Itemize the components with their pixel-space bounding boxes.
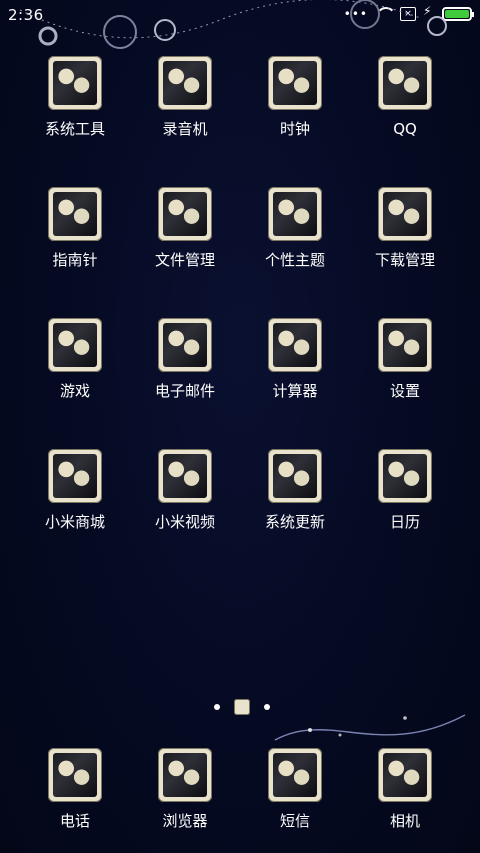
- app-system-update[interactable]: 系统更新: [240, 449, 350, 579]
- browser-icon: [158, 748, 212, 802]
- system-update-icon: [268, 449, 322, 503]
- system-tools-icon: [48, 56, 102, 110]
- page-indicator[interactable]: [214, 698, 270, 716]
- battery-icon: [442, 7, 474, 21]
- dock-label: 相机: [389, 812, 420, 830]
- app-games[interactable]: 游戏: [20, 318, 130, 448]
- charging-icon: [423, 4, 434, 21]
- app-label: 电子邮件: [154, 382, 215, 400]
- camera-icon: [378, 748, 432, 802]
- app-label: 系统工具: [44, 120, 105, 138]
- app-email[interactable]: 电子邮件: [130, 318, 240, 448]
- dock-phone[interactable]: 电话: [20, 748, 130, 848]
- dock-label: 浏览器: [162, 812, 208, 830]
- dock-label: 短信: [279, 812, 310, 830]
- app-label: 下载管理: [374, 251, 435, 269]
- app-downloads[interactable]: 下载管理: [350, 187, 460, 317]
- app-label: QQ: [393, 120, 417, 138]
- app-label: 小米视频: [154, 513, 215, 531]
- app-label: 录音机: [162, 120, 208, 138]
- phone-icon: [48, 748, 102, 802]
- app-label: 设置: [389, 382, 420, 400]
- app-label: 指南针: [52, 251, 98, 269]
- home-page-icon: [234, 699, 250, 715]
- app-label: 时钟: [279, 120, 310, 138]
- page-dot: [264, 704, 270, 710]
- messages-icon: [268, 748, 322, 802]
- app-qq[interactable]: QQ: [350, 56, 460, 186]
- dock-messages[interactable]: 短信: [240, 748, 350, 848]
- app-grid: 系统工具 录音机 时钟 QQ 指南针 文件管理 个性主题 下载管理 游戏 电子邮…: [20, 56, 460, 579]
- dock: 电话 浏览器 短信 相机: [20, 748, 460, 848]
- recorder-icon: [158, 56, 212, 110]
- app-recorder[interactable]: 录音机: [130, 56, 240, 186]
- app-mi-video[interactable]: 小米视频: [130, 449, 240, 579]
- app-calendar[interactable]: 日历: [350, 449, 460, 579]
- downloads-icon: [378, 187, 432, 241]
- app-label: 系统更新: [264, 513, 325, 531]
- app-clock[interactable]: 时钟: [240, 56, 350, 186]
- calendar-icon: [378, 449, 432, 503]
- dock-label: 电话: [59, 812, 90, 830]
- app-label: 日历: [389, 513, 420, 531]
- mi-video-icon: [158, 449, 212, 503]
- status-icons: ••• ×: [343, 4, 474, 22]
- dock-browser[interactable]: 浏览器: [130, 748, 240, 848]
- dock-camera[interactable]: 相机: [350, 748, 460, 848]
- compass-icon: [48, 187, 102, 241]
- app-themes[interactable]: 个性主题: [240, 187, 350, 317]
- more-dots-icon: •••: [343, 7, 368, 21]
- wifi-icon: [376, 7, 392, 21]
- clock-icon: [268, 56, 322, 110]
- status-bar: 2:36 ••• ×: [0, 0, 480, 28]
- clock-time: 2:36: [8, 6, 44, 24]
- app-label: 计算器: [272, 382, 318, 400]
- app-label: 游戏: [59, 382, 90, 400]
- file-manager-icon: [158, 187, 212, 241]
- app-label: 小米商城: [44, 513, 105, 531]
- settings-icon: [378, 318, 432, 372]
- mi-store-icon: [48, 449, 102, 503]
- page-dot: [214, 704, 220, 710]
- calculator-icon: [268, 318, 322, 372]
- app-calculator[interactable]: 计算器: [240, 318, 350, 448]
- email-icon: [158, 318, 212, 372]
- app-settings[interactable]: 设置: [350, 318, 460, 448]
- app-label: 个性主题: [264, 251, 325, 269]
- app-file-manager[interactable]: 文件管理: [130, 187, 240, 317]
- games-icon: [48, 318, 102, 372]
- themes-icon: [268, 187, 322, 241]
- app-system-tools[interactable]: 系统工具: [20, 56, 130, 186]
- qq-icon: [378, 56, 432, 110]
- app-label: 文件管理: [154, 251, 215, 269]
- app-compass[interactable]: 指南针: [20, 187, 130, 317]
- no-sim-icon: ×: [400, 7, 416, 21]
- app-mi-store[interactable]: 小米商城: [20, 449, 130, 579]
